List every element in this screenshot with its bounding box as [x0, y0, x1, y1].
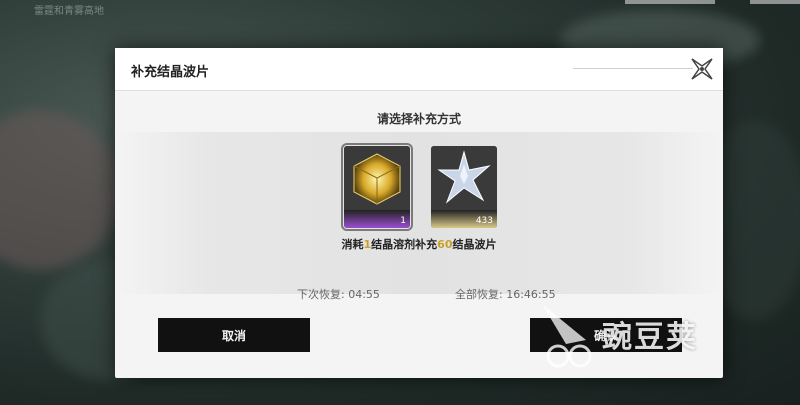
- full-recovery: 全部恢复: 16:46:55: [455, 286, 556, 302]
- next-recovery-label: 下次恢复:: [297, 288, 345, 301]
- close-icon: [691, 58, 713, 80]
- dialog-header: 补充结晶波片: [115, 48, 723, 91]
- item-count: 1: [400, 216, 406, 226]
- dialog-title: 补充结晶波片: [131, 65, 210, 80]
- next-recovery-time: 04:55: [348, 288, 380, 301]
- option-crystal-solvent[interactable]: 1: [341, 143, 413, 231]
- options-band: [115, 132, 723, 294]
- close-button[interactable]: [687, 54, 717, 84]
- refill-dialog: 补充结晶波片 请选择补充方式 1 433 消耗1结晶溶剂补充60结晶波片 下次恢…: [115, 48, 723, 378]
- option-crystal[interactable]: 433: [431, 146, 497, 228]
- confirm-button[interactable]: 确认: [530, 318, 682, 352]
- cost-description: 消耗1结晶溶剂补充60结晶波片: [115, 236, 723, 252]
- golden-cube-icon: [344, 146, 410, 210]
- map-region-label: 雷霆和青雾高地: [34, 6, 104, 17]
- item-count: 433: [475, 216, 493, 226]
- desc-text: 结晶溶剂补充: [371, 238, 438, 251]
- next-recovery: 下次恢复: 04:55: [297, 286, 380, 302]
- full-recovery-label: 全部恢复:: [455, 288, 503, 301]
- crystal-star-icon: [431, 146, 497, 210]
- desc-text: 消耗: [341, 238, 364, 251]
- top-hud-bar-right: [750, 0, 800, 4]
- top-hud-bar: [625, 0, 715, 4]
- desc-gain-number: 60: [437, 238, 453, 251]
- cancel-button[interactable]: 取消: [158, 318, 310, 352]
- header-divider: [573, 68, 693, 69]
- desc-text: 结晶波片: [452, 238, 497, 251]
- dialog-subtitle: 请选择补充方式: [376, 112, 461, 126]
- full-recovery-time: 16:46:55: [506, 288, 556, 301]
